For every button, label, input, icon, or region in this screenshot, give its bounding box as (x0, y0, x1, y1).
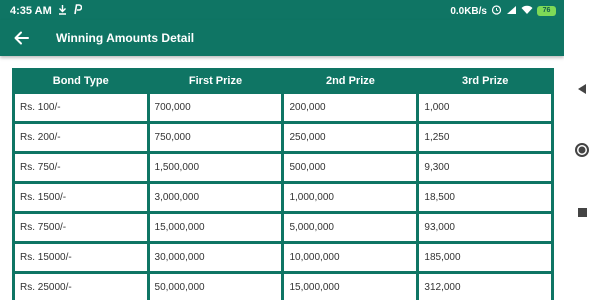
cell-first-prize: 1,500,000 (149, 154, 282, 181)
cell-first-prize: 700,000 (149, 94, 282, 121)
cell-second-prize: 10,000,000 (284, 244, 417, 271)
cell-third-prize: 93,000 (419, 214, 551, 241)
nav-back-button[interactable] (573, 80, 591, 98)
paypal-icon (73, 4, 83, 18)
cell-bond-type: Rs. 750/- (15, 154, 147, 181)
cell-second-prize: 200,000 (284, 94, 417, 121)
table-row: Rs. 15000/- 30,000,000 10,000,000 185,00… (15, 244, 551, 271)
alarm-icon (491, 4, 502, 18)
recents-square-icon (577, 207, 587, 217)
table-row: Rs. 100/- 700,000 200,000 1,000 (15, 94, 551, 121)
header-bond-type: Bond Type (15, 71, 147, 91)
cell-bond-type: Rs. 15000/- (15, 244, 147, 271)
network-speed: 0.0KB/s (450, 5, 487, 17)
app-window: 4:35 AM 0.0KB/s 76 Winning Amounts Detai… (0, 0, 564, 300)
cell-third-prize: 1,250 (419, 124, 551, 151)
cell-first-prize: 3,000,000 (149, 184, 282, 211)
signal-icon (506, 5, 517, 18)
download-icon (58, 4, 67, 18)
back-button[interactable] (12, 28, 32, 48)
cell-third-prize: 1,000 (419, 94, 551, 121)
table-row: Rs. 1500/- 3,000,000 1,000,000 18,500 (15, 184, 551, 211)
nav-recents-button[interactable] (573, 203, 591, 221)
cell-bond-type: Rs. 25000/- (15, 274, 147, 300)
nav-home-button[interactable] (573, 141, 591, 159)
cell-second-prize: 500,000 (284, 154, 417, 181)
app-bar: Winning Amounts Detail (0, 20, 564, 56)
screen: 4:35 AM 0.0KB/s 76 Winning Amounts Detai… (0, 0, 600, 300)
cell-first-prize: 30,000,000 (149, 244, 282, 271)
home-circle-icon (575, 143, 589, 157)
table-row: Rs. 200/- 750,000 250,000 1,250 (15, 124, 551, 151)
cell-second-prize: 250,000 (284, 124, 417, 151)
cell-bond-type: Rs. 1500/- (15, 184, 147, 211)
header-first-prize: First Prize (149, 71, 282, 91)
cell-third-prize: 185,000 (419, 244, 551, 271)
cell-first-prize: 15,000,000 (149, 214, 282, 241)
status-bar: 4:35 AM 0.0KB/s 76 (0, 0, 564, 20)
back-triangle-icon (578, 84, 586, 94)
winning-amounts-table: Bond Type First Prize 2nd Prize 3rd Priz… (12, 68, 554, 300)
cell-bond-type: Rs. 200/- (15, 124, 147, 151)
system-nav-bar (564, 0, 600, 300)
winning-amounts-table-wrapper: Bond Type First Prize 2nd Prize 3rd Priz… (12, 68, 554, 300)
header-second-prize: 2nd Prize (284, 71, 417, 91)
table-row: Rs. 750/- 1,500,000 500,000 9,300 (15, 154, 551, 181)
cell-first-prize: 750,000 (149, 124, 282, 151)
page-title: Winning Amounts Detail (56, 31, 195, 45)
cell-bond-type: Rs. 7500/- (15, 214, 147, 241)
cell-third-prize: 18,500 (419, 184, 551, 211)
cell-first-prize: 50,000,000 (149, 274, 282, 300)
header-third-prize: 3rd Prize (419, 71, 551, 91)
cell-third-prize: 9,300 (419, 154, 551, 181)
status-time: 4:35 AM (10, 5, 52, 17)
cell-second-prize: 15,000,000 (284, 274, 417, 300)
battery-icon: 76 (537, 6, 556, 16)
cell-second-prize: 5,000,000 (284, 214, 417, 241)
cell-second-prize: 1,000,000 (284, 184, 417, 211)
cell-third-prize: 312,000 (419, 274, 551, 300)
table-row: Rs. 25000/- 50,000,000 15,000,000 312,00… (15, 274, 551, 300)
cell-bond-type: Rs. 100/- (15, 94, 147, 121)
arrow-left-icon (14, 31, 29, 45)
table-header-row: Bond Type First Prize 2nd Prize 3rd Priz… (15, 71, 551, 91)
table-row: Rs. 7500/- 15,000,000 5,000,000 93,000 (15, 214, 551, 241)
wifi-icon (521, 5, 533, 18)
